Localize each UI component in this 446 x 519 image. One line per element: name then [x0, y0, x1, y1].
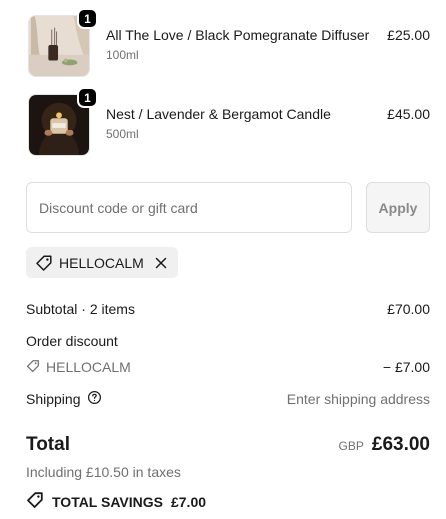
taxes-row: Including £10.50 in taxes: [26, 462, 430, 482]
discount-code-input[interactable]: Discount code or gift card: [26, 182, 352, 233]
close-icon[interactable]: [154, 256, 168, 270]
order-discount-label: Order discount: [26, 333, 118, 349]
applied-discount-chip: HELLOCALM: [26, 247, 178, 278]
product-thumbnail-wrapper: 1: [28, 87, 98, 156]
product-name: All The Love / Black Pomegranate Diffuse…: [106, 27, 370, 43]
subtotal-row: Subtotal · 2 items £70.00: [26, 299, 430, 319]
product-variant: 500ml: [106, 127, 139, 141]
order-discount-value: − £7.00: [382, 359, 430, 375]
help-icon[interactable]: [87, 390, 102, 408]
discount-code-placeholder: Discount code or gift card: [39, 199, 198, 216]
currency-code: GBP: [338, 439, 364, 453]
shipping-label: Shipping: [26, 391, 81, 407]
shipping-value: Enter shipping address: [286, 391, 430, 407]
total-label: Total: [26, 434, 70, 455]
order-discount-code-group: HELLOCALM: [26, 359, 131, 376]
quantity-badge: 1: [77, 87, 98, 108]
product-price: £25.00: [387, 27, 430, 43]
product-thumbnail-wrapper: 1: [28, 8, 98, 77]
product-variant: 100ml: [106, 48, 139, 62]
tag-icon: [35, 254, 53, 272]
savings-tag-icon: [26, 491, 44, 512]
product-name: Nest / Lavender & Bergamot Candle: [106, 106, 331, 122]
total-amount-group: GBP £63.00: [339, 434, 430, 456]
total-savings: TOTAL SAVINGS £7.00: [26, 491, 206, 512]
savings-value: £7.00: [170, 493, 207, 510]
order-discount-detail-row: HELLOCALM − £7.00: [26, 357, 430, 377]
product-price: £45.00: [387, 106, 430, 122]
order-discount-row: Order discount: [26, 331, 430, 351]
taxes-note: Including £10.50 in taxes: [26, 464, 181, 480]
order-discount-code: HELLOCALM: [46, 359, 131, 375]
shipping-row: Shipping Enter shipping address: [26, 389, 430, 409]
line-item: 1 Nest / Lavender & Bergamot Candle 500m…: [28, 87, 430, 158]
tag-icon: [26, 359, 40, 376]
total-amount: £63.00: [371, 434, 430, 455]
subtotal-value: £70.00: [387, 301, 430, 317]
quantity-badge: 1: [77, 8, 98, 29]
shipping-label-group: Shipping: [26, 390, 102, 408]
line-item: 1 All The Love / Black Pomegranate Diffu…: [28, 8, 430, 79]
apply-button[interactable]: Apply: [366, 182, 430, 233]
applied-discount-code: HELLOCALM: [59, 254, 144, 271]
savings-label: TOTAL SAVINGS: [52, 493, 163, 510]
subtotal-label: Subtotal · 2 items: [26, 301, 135, 317]
total-row: Total GBP £63.00: [26, 432, 430, 458]
